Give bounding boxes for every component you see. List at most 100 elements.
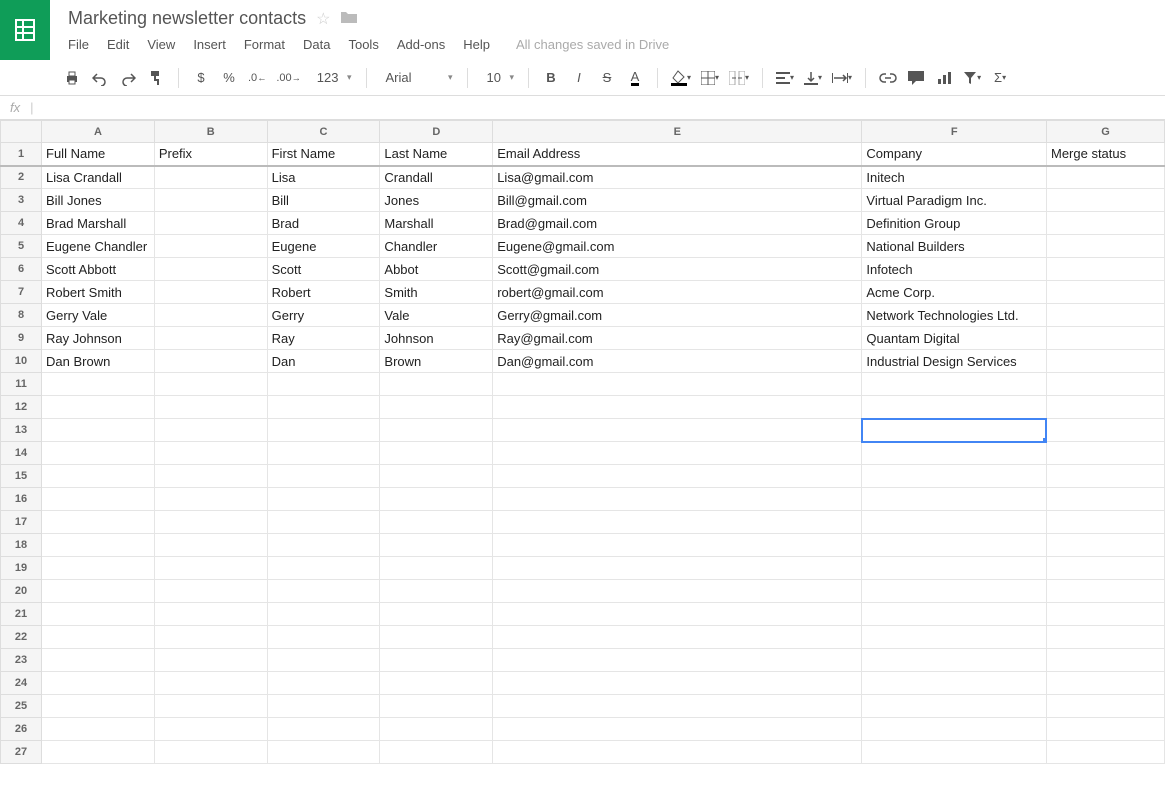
cell[interactable] — [154, 580, 267, 603]
cell[interactable] — [154, 373, 267, 396]
cell[interactable]: Robert Smith — [42, 281, 155, 304]
cell[interactable] — [267, 557, 380, 580]
wrap-button[interactable]: ▾ — [829, 65, 855, 91]
cell[interactable] — [42, 442, 155, 465]
col-header-F[interactable]: F — [862, 121, 1047, 143]
cell[interactable] — [1046, 396, 1164, 419]
cell[interactable] — [267, 442, 380, 465]
cell[interactable]: Definition Group — [862, 212, 1047, 235]
row-header[interactable]: 10 — [1, 350, 42, 373]
cell[interactable] — [493, 718, 862, 741]
row-header[interactable]: 14 — [1, 442, 42, 465]
cell[interactable] — [862, 511, 1047, 534]
cell[interactable] — [267, 626, 380, 649]
cell[interactable]: Eugene Chandler — [42, 235, 155, 258]
selected-cell[interactable] — [862, 419, 1047, 442]
cell[interactable]: Last Name — [380, 143, 493, 166]
cell[interactable] — [862, 672, 1047, 695]
cell[interactable] — [267, 695, 380, 718]
cell[interactable] — [380, 465, 493, 488]
row-header[interactable]: 7 — [1, 281, 42, 304]
cell[interactable] — [493, 626, 862, 649]
cell[interactable] — [1046, 235, 1164, 258]
col-header-G[interactable]: G — [1046, 121, 1164, 143]
cell[interactable] — [154, 258, 267, 281]
cell[interactable] — [42, 672, 155, 695]
cell[interactable] — [42, 534, 155, 557]
cell[interactable]: Bill Jones — [42, 189, 155, 212]
cell[interactable] — [1046, 649, 1164, 672]
cell[interactable]: Infotech — [862, 258, 1047, 281]
cell[interactable] — [493, 511, 862, 534]
cell[interactable]: Scott — [267, 258, 380, 281]
cell[interactable] — [1046, 189, 1164, 212]
cell[interactable] — [267, 396, 380, 419]
cell[interactable] — [862, 626, 1047, 649]
cell[interactable] — [1046, 327, 1164, 350]
cell[interactable] — [1046, 350, 1164, 373]
cell[interactable] — [1046, 603, 1164, 626]
cell[interactable]: Eugene — [267, 235, 380, 258]
cell[interactable] — [42, 396, 155, 419]
cell[interactable] — [154, 695, 267, 718]
cell[interactable] — [493, 557, 862, 580]
h-align-button[interactable]: ▾ — [773, 65, 797, 91]
cell[interactable]: Ray@gmail.com — [493, 327, 862, 350]
cell[interactable]: Virtual Paradigm Inc. — [862, 189, 1047, 212]
col-header-C[interactable]: C — [267, 121, 380, 143]
italic-button[interactable]: I — [567, 65, 591, 91]
cell[interactable]: Initech — [862, 166, 1047, 189]
menu-tools[interactable]: Tools — [348, 37, 378, 52]
cell[interactable] — [154, 649, 267, 672]
row-header[interactable]: 8 — [1, 304, 42, 327]
cell[interactable] — [862, 718, 1047, 741]
cell[interactable]: Chandler — [380, 235, 493, 258]
text-color-button[interactable]: A — [623, 65, 647, 91]
cell[interactable] — [42, 741, 155, 764]
cell[interactable]: Lisa — [267, 166, 380, 189]
cell[interactable] — [42, 649, 155, 672]
cell[interactable] — [154, 442, 267, 465]
row-header[interactable]: 17 — [1, 511, 42, 534]
cell[interactable]: Dan Brown — [42, 350, 155, 373]
cell[interactable] — [267, 419, 380, 442]
cell[interactable]: Company — [862, 143, 1047, 166]
insert-link-icon[interactable] — [876, 65, 900, 91]
cell[interactable]: Gerry Vale — [42, 304, 155, 327]
cell[interactable] — [380, 672, 493, 695]
row-header[interactable]: 9 — [1, 327, 42, 350]
cell[interactable] — [154, 488, 267, 511]
cell[interactable]: Gerry@gmail.com — [493, 304, 862, 327]
cell[interactable] — [1046, 672, 1164, 695]
spreadsheet-grid[interactable]: ABCDEFG1Full NamePrefixFirst NameLast Na… — [0, 120, 1165, 764]
cell[interactable] — [862, 603, 1047, 626]
cell[interactable] — [380, 373, 493, 396]
format-currency-button[interactable]: $ — [189, 65, 213, 91]
folder-icon[interactable] — [340, 10, 358, 27]
cell[interactable] — [154, 281, 267, 304]
cell[interactable]: Ray Johnson — [42, 327, 155, 350]
cell[interactable] — [42, 580, 155, 603]
cell[interactable]: Smith — [380, 281, 493, 304]
cell[interactable]: Network Technologies Ltd. — [862, 304, 1047, 327]
font-family-select[interactable]: Arial — [377, 67, 457, 88]
cell[interactable] — [862, 488, 1047, 511]
merge-cells-button[interactable]: ▾ — [726, 65, 752, 91]
cell[interactable]: Dan — [267, 350, 380, 373]
cell[interactable] — [267, 741, 380, 764]
cell[interactable] — [267, 649, 380, 672]
cell[interactable] — [267, 672, 380, 695]
cell[interactable] — [267, 718, 380, 741]
cell[interactable] — [1046, 281, 1164, 304]
cell[interactable]: Scott Abbott — [42, 258, 155, 281]
menu-add-ons[interactable]: Add-ons — [397, 37, 445, 52]
col-header-B[interactable]: B — [154, 121, 267, 143]
menu-format[interactable]: Format — [244, 37, 285, 52]
cell[interactable] — [862, 373, 1047, 396]
cell[interactable]: Scott@gmail.com — [493, 258, 862, 281]
cell[interactable] — [154, 534, 267, 557]
menu-insert[interactable]: Insert — [193, 37, 226, 52]
cell[interactable] — [42, 511, 155, 534]
cell[interactable] — [1046, 258, 1164, 281]
cell[interactable] — [862, 649, 1047, 672]
